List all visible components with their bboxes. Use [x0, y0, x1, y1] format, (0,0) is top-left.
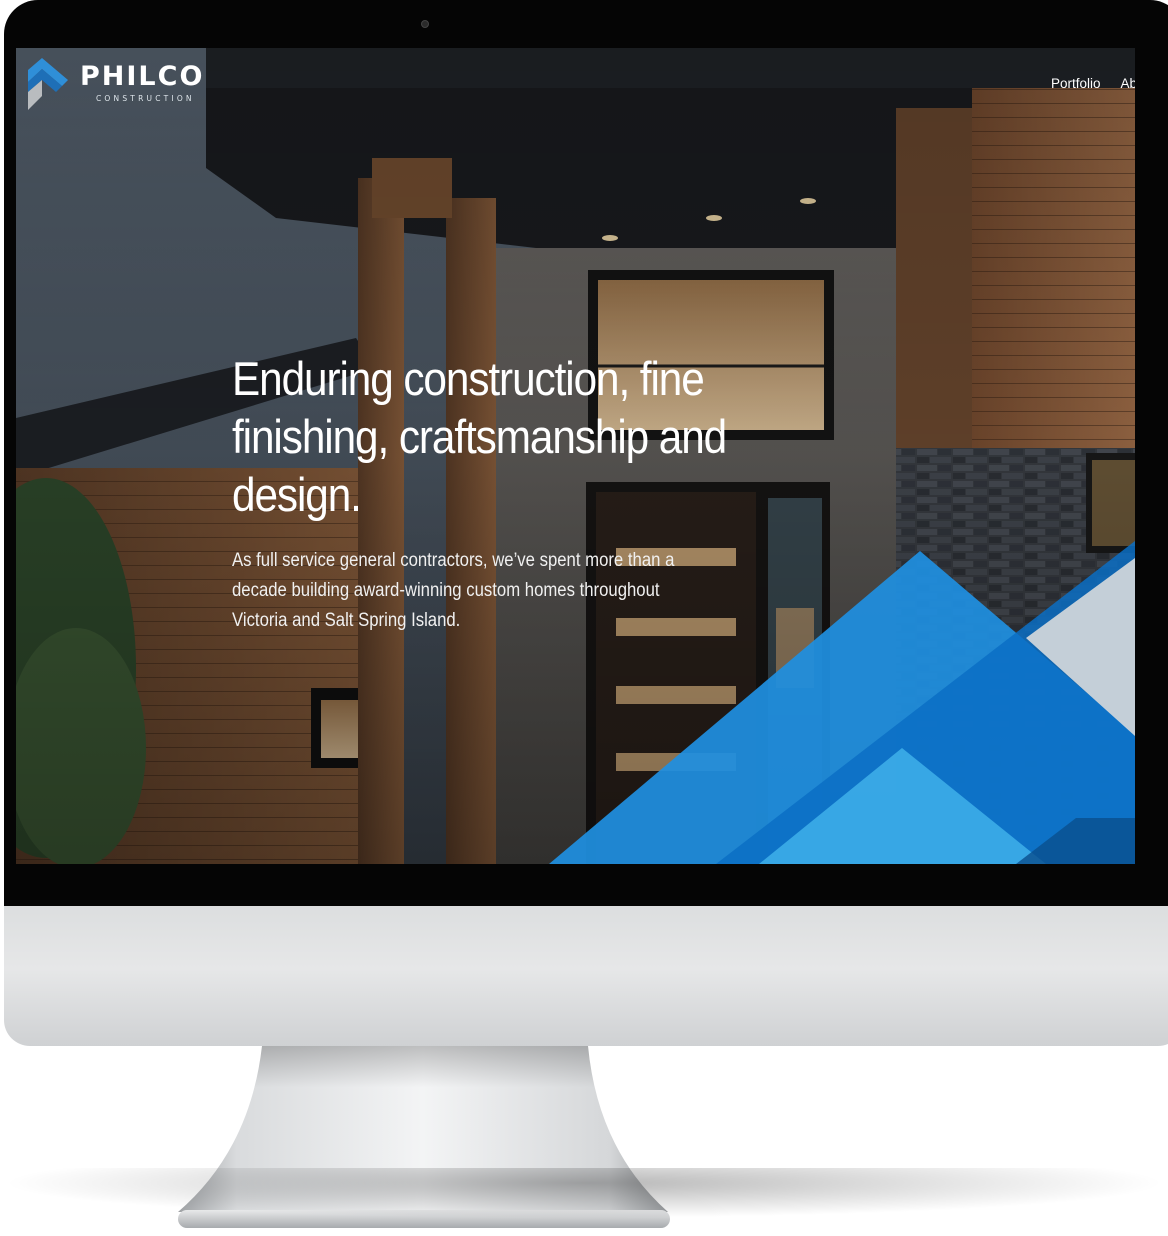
philco-logo[interactable]: PHILCO CONSTRUCTION	[26, 56, 204, 112]
brand-tagline: CONSTRUCTION	[96, 94, 195, 103]
logo-wordmark: PHILCO CONSTRUCTION	[80, 61, 205, 104]
stand-shadow	[0, 1168, 1168, 1218]
brand-name: PHILCO	[80, 61, 205, 92]
monitor-chin	[4, 906, 1168, 1046]
main-nav: Portfolio Abo	[1051, 76, 1135, 91]
logo-mark-icon	[28, 58, 68, 110]
website-screen: PHILCO CONSTRUCTION Portfolio Abo Enduri…	[16, 48, 1135, 864]
nav-link-about[interactable]: Abo	[1121, 76, 1135, 91]
camera-icon	[421, 20, 429, 28]
hero-headline: Enduring construction, fine finishing, c…	[232, 352, 727, 521]
monitor-mockup: PHILCO CONSTRUCTION Portfolio Abo Enduri…	[0, 0, 1168, 1236]
hero-copy: Enduring construction, fine finishing, c…	[232, 350, 792, 636]
nav-link-portfolio[interactable]: Portfolio	[1051, 76, 1101, 91]
hero-lede: As full service general contractors, we’…	[232, 550, 675, 631]
